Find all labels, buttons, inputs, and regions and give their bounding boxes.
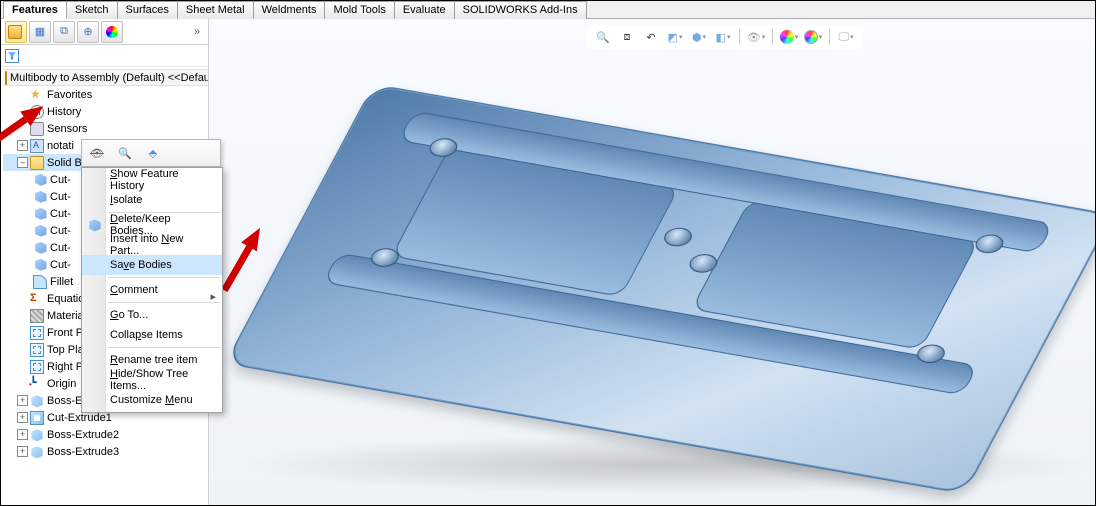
plane-icon bbox=[30, 326, 44, 340]
display-manager-tab[interactable] bbox=[101, 21, 123, 43]
folder-icon bbox=[30, 156, 44, 170]
context-menu-item[interactable]: Comment bbox=[82, 280, 222, 300]
delete-keep-icon bbox=[87, 218, 101, 232]
context-toolbar: 👁 🔍 ⬘ bbox=[81, 139, 221, 167]
plane-icon bbox=[30, 360, 44, 374]
context-menu-item[interactable]: Hide/Show Tree Items... bbox=[82, 370, 222, 390]
property-manager-tab[interactable]: ▦ bbox=[29, 21, 51, 43]
context-menu-item[interactable]: Save Bodies bbox=[82, 255, 222, 275]
star-icon bbox=[30, 88, 44, 102]
zoom-fit-icon[interactable]: 🔍 bbox=[593, 27, 613, 47]
edit-appearance-icon[interactable] bbox=[779, 27, 799, 47]
hide-icon[interactable]: 👁 bbox=[88, 144, 106, 162]
panel-expand-arrow[interactable]: » bbox=[190, 26, 204, 38]
body-icon bbox=[33, 173, 47, 187]
filter-icon[interactable] bbox=[5, 49, 19, 63]
manager-tab-strip: ▦ ⧉ ⊕ » bbox=[1, 19, 208, 45]
context-menu-item[interactable]: Customize Menu bbox=[82, 390, 222, 410]
configuration-manager-tab[interactable]: ⧉ bbox=[53, 21, 75, 43]
context-menu-item[interactable]: Rename tree item bbox=[82, 350, 222, 370]
boss-extrude-icon bbox=[30, 445, 44, 459]
normal-to-icon[interactable]: ⬘ bbox=[144, 144, 162, 162]
body-icon bbox=[33, 224, 47, 238]
hide-show-icon[interactable]: 👁 bbox=[746, 27, 766, 47]
annotation-icon bbox=[30, 139, 44, 153]
tab-features[interactable]: Features bbox=[3, 1, 67, 19]
dimxpert-tab[interactable]: ⊕ bbox=[77, 21, 99, 43]
graphics-viewport[interactable]: 🔍 ⧈ ↶ ◩ ⬢ ◧ 👁 🖵 bbox=[209, 19, 1095, 505]
apply-scene-icon[interactable] bbox=[803, 27, 823, 47]
section-view-icon[interactable]: ◩ bbox=[665, 27, 685, 47]
tab-surfaces[interactable]: Surfaces bbox=[117, 1, 178, 19]
context-menu-item[interactable]: Show Feature History bbox=[82, 170, 222, 190]
plane-icon bbox=[30, 343, 44, 357]
view-orientation-icon[interactable]: ⬢ bbox=[689, 27, 709, 47]
heads-up-toolbar: 🔍 ⧈ ↶ ◩ ⬢ ◧ 👁 🖵 bbox=[587, 25, 862, 49]
context-menu-item[interactable]: Insert into New Part... bbox=[82, 235, 222, 255]
tree-root-label: Multibody to Assembly (Default) <<Defau bbox=[10, 72, 208, 84]
body-icon bbox=[33, 258, 47, 272]
equations-icon bbox=[30, 292, 44, 306]
tree-root[interactable]: Multibody to Assembly (Default) <<Defau … bbox=[3, 69, 208, 86]
command-manager-tabs: Features Sketch Surfaces Sheet Metal Wel… bbox=[1, 1, 1095, 19]
tree-feature[interactable]: +Boss-Extrude2 bbox=[3, 426, 208, 443]
tree-history[interactable]: History bbox=[3, 103, 208, 120]
context-menu-item[interactable]: Isolate bbox=[82, 190, 222, 210]
previous-view-icon[interactable]: ↶ bbox=[641, 27, 661, 47]
tree-filter-row bbox=[1, 45, 208, 67]
material-icon bbox=[30, 309, 44, 323]
body-icon bbox=[33, 241, 47, 255]
cut-extrude-icon bbox=[30, 411, 44, 425]
sensor-icon bbox=[30, 122, 44, 136]
context-menu: Show Feature HistoryIsolate Delete/Keep B… bbox=[81, 167, 223, 413]
feature-tree-tab[interactable] bbox=[5, 21, 27, 43]
body-icon bbox=[33, 207, 47, 221]
tree-feature[interactable]: +Boss-Extrude3 bbox=[3, 443, 208, 460]
tab-sheet-metal[interactable]: Sheet Metal bbox=[177, 1, 254, 19]
view-settings-icon[interactable]: 🖵 bbox=[836, 27, 856, 47]
origin-icon bbox=[30, 377, 44, 391]
zoom-to-selection-icon[interactable]: 🔍 bbox=[116, 144, 134, 162]
part-icon bbox=[5, 71, 7, 85]
feature-tree-icon bbox=[8, 25, 22, 39]
tab-weldments[interactable]: Weldments bbox=[253, 1, 326, 19]
zoom-area-icon[interactable]: ⧈ bbox=[617, 27, 637, 47]
tab-mold-tools[interactable]: Mold Tools bbox=[324, 1, 394, 19]
tab-sketch[interactable]: Sketch bbox=[66, 1, 118, 19]
tree-favorites[interactable]: Favorites bbox=[3, 86, 208, 103]
boss-extrude-icon bbox=[30, 428, 44, 442]
context-menu-item[interactable]: Collapse Items bbox=[82, 325, 222, 345]
tab-addins[interactable]: SOLIDWORKS Add-Ins bbox=[454, 1, 587, 19]
body-icon bbox=[33, 190, 47, 204]
tree-sensors[interactable]: Sensors bbox=[3, 120, 208, 137]
context-menu-item[interactable]: Delete/Keep Bodies... bbox=[82, 215, 222, 235]
fillet-body-icon bbox=[33, 275, 47, 289]
context-menu-item[interactable]: Go To... bbox=[82, 305, 222, 325]
tab-evaluate[interactable]: Evaluate bbox=[394, 1, 455, 19]
display-style-icon[interactable]: ◧ bbox=[713, 27, 733, 47]
history-icon bbox=[30, 105, 44, 119]
boss-extrude-icon bbox=[30, 394, 44, 408]
